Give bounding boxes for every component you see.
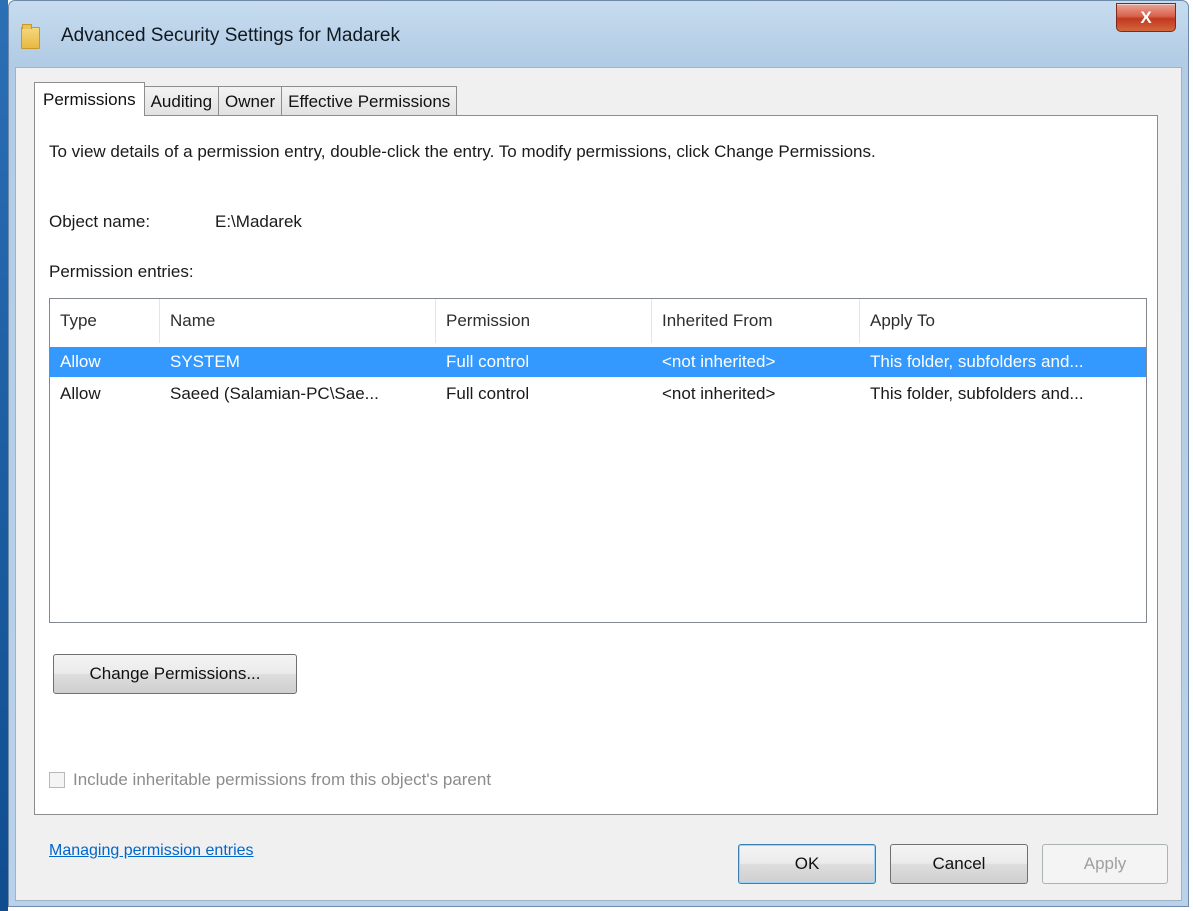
column-header-type[interactable]: Type <box>50 299 160 343</box>
tab-permissions[interactable]: Permissions <box>34 82 145 116</box>
cell-inherited-from: <not inherited> <box>662 352 776 371</box>
tab-effective-permissions[interactable]: Effective Permissions <box>281 86 458 116</box>
window-title: Advanced Security Settings for Madarek <box>61 25 401 46</box>
table-row[interactable]: Allow SYSTEM Full control <not inherited… <box>50 347 1146 377</box>
title-bar[interactable]: Advanced Security Settings for Madarek X <box>9 1 1188 67</box>
cell-apply-to: This folder, subfolders and... <box>870 384 1084 403</box>
apply-button[interactable]: Apply <box>1042 844 1168 884</box>
cell-type: Allow <box>60 384 101 403</box>
instructions-text: To view details of a permission entry, d… <box>49 142 876 161</box>
tab-strip: Permissions Auditing Owner Effective Per… <box>34 82 458 116</box>
permissions-tab-pane: To view details of a permission entry, d… <box>34 115 1158 859</box>
permission-entries-list[interactable]: Type Name Permission Inherited From Appl… <box>49 298 1147 623</box>
cell-type: Allow <box>60 352 101 371</box>
object-name-value: E:\Madarek <box>215 212 302 231</box>
cell-name: SYSTEM <box>170 352 240 371</box>
object-name-label: Object name: <box>49 212 151 231</box>
cell-permission: Full control <box>446 384 530 403</box>
permission-entries-label: Permission entries: <box>49 262 194 281</box>
change-permissions-button[interactable]: Change Permissions... <box>53 654 297 694</box>
managing-permission-entries-link[interactable]: Managing permission entries <box>49 842 254 860</box>
desktop-edge <box>0 0 8 911</box>
cancel-button[interactable]: Cancel <box>890 844 1028 884</box>
inherit-checkbox[interactable] <box>49 772 65 788</box>
column-header-inherited-from[interactable]: Inherited From <box>652 299 860 343</box>
table-row[interactable]: Allow Saeed (Salamian-PC\Sae... Full con… <box>50 379 1146 409</box>
tab-auditing[interactable]: Auditing <box>143 86 220 116</box>
column-header-permission[interactable]: Permission <box>436 299 652 343</box>
inherit-permissions-option[interactable]: Include inheritable permissions from thi… <box>49 770 491 790</box>
inherit-checkbox-label: Include inheritable permissions from thi… <box>73 770 492 789</box>
column-header-apply-to[interactable]: Apply To <box>860 299 1146 343</box>
ok-button[interactable]: OK <box>738 844 876 884</box>
folder-icon <box>21 24 40 49</box>
column-header-name[interactable]: Name <box>160 299 436 343</box>
list-header: Type Name Permission Inherited From Appl… <box>50 299 1146 343</box>
cell-apply-to: This folder, subfolders and... <box>870 352 1084 371</box>
cell-inherited-from: <not inherited> <box>662 384 776 403</box>
cell-name: Saeed (Salamian-PC\Sae... <box>170 384 379 403</box>
close-button[interactable]: X <box>1116 3 1176 32</box>
cell-permission: Full control <box>446 352 530 371</box>
dialog-window: Advanced Security Settings for Madarek X… <box>8 0 1189 907</box>
dialog-client-area: Permissions Auditing Owner Effective Per… <box>15 67 1182 901</box>
tab-owner[interactable]: Owner <box>218 86 283 116</box>
